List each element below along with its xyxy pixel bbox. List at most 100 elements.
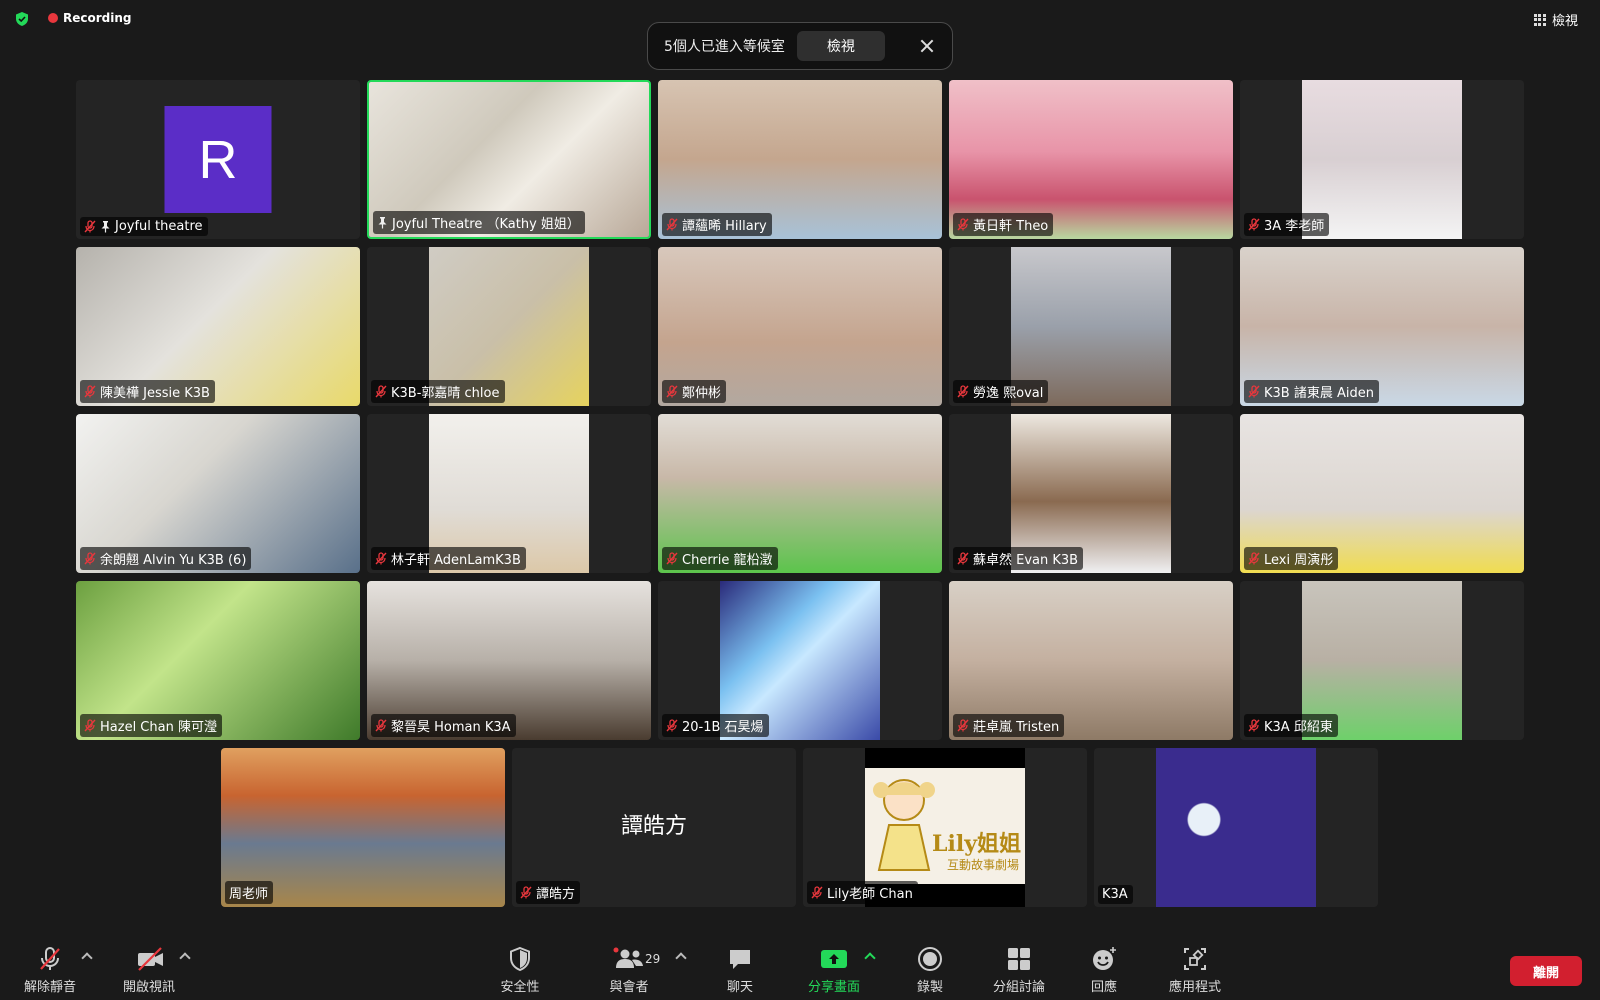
participants-button[interactable]: 29 與會者 [584, 946, 674, 995]
start-video-label: 開啟視訊 [122, 980, 175, 995]
reactions-button[interactable]: 回應 [1059, 946, 1149, 995]
view-layout-label: 檢視 [1551, 14, 1578, 29]
participant-name: 3A 李老師 [1264, 219, 1325, 234]
participant-name: Lexi 周演彤 [1264, 553, 1334, 568]
participant-tile[interactable]: Lily姐姐 互動故事劇場 Lily老師 Chan [803, 748, 1087, 907]
microphone-muted-icon [375, 385, 387, 398]
participant-tile[interactable]: 20-1B 石昊煬 [658, 581, 942, 740]
start-video-button[interactable]: 開啟視訊 [104, 946, 194, 995]
microphone-muted-icon [375, 719, 387, 732]
participant-name-label: 20-1B 石昊煬 [662, 714, 769, 737]
chat-bubble-icon [730, 950, 750, 969]
participant-name: 周老师 [229, 887, 269, 902]
participant-tile[interactable]: 林子軒 AdenLamK3B [367, 414, 651, 573]
meeting-toolbar: 解除靜音 開啟視訊 安全性 29 與會者 聊天 分享畫面 錄製 分組討論 回應 … [0, 940, 1600, 1000]
participant-name-label: 勞逸 熙oval [953, 380, 1049, 403]
participant-name-label: 陳美樺 Jessie K3B [80, 380, 215, 403]
breakout-rooms-button[interactable]: 分組討論 [974, 946, 1064, 995]
view-layout-button[interactable]: 檢視 [1533, 10, 1578, 29]
participant-name-label: Cherrie 龍柗澂 [662, 547, 778, 570]
participant-tile[interactable]: 3A 李老師 [1240, 80, 1524, 239]
participant-tile[interactable]: 莊卓嵐 Tristen [949, 581, 1233, 740]
participant-tile[interactable]: 蘇卓然 Evan K3B [949, 414, 1233, 573]
record-button[interactable]: 錄製 [885, 946, 975, 995]
microphone-muted-icon [84, 719, 96, 732]
participant-name-label: Hazel Chan 陳可瀅 [80, 714, 222, 737]
participant-name: 林子軒 AdenLamK3B [391, 553, 521, 568]
participant-tile[interactable]: K3A 邱紹東 [1240, 581, 1524, 740]
participant-tile[interactable]: 譚皓方 譚皓方 [512, 748, 796, 907]
participant-name-label: K3A [1098, 885, 1133, 904]
participant-name-label: 譚蘊晞 Hillary [662, 213, 772, 236]
camera-off-icon [138, 947, 163, 971]
participant-tile[interactable]: 黎晉昊 Homan K3A [367, 581, 651, 740]
participant-tile[interactable]: K3B 諸東晨 Aiden [1240, 247, 1524, 406]
share-screen-button[interactable]: 分享畫面 [789, 946, 879, 995]
chat-button[interactable]: 聊天 [695, 946, 785, 995]
participant-tile[interactable]: R Joyful theatre [76, 80, 360, 239]
record-icon [918, 947, 942, 971]
participant-tile[interactable]: 陳美樺 Jessie K3B [76, 247, 360, 406]
participant-count: 29 [645, 952, 661, 966]
participants-options-chevron-icon[interactable] [675, 952, 687, 964]
participant-tile[interactable]: K3A [1094, 748, 1378, 907]
participant-name: 鄭仲彬 [682, 386, 722, 401]
participant-name: K3B 諸東晨 Aiden [1264, 386, 1374, 401]
recording-dot-icon [48, 13, 58, 23]
participant-tile[interactable]: 勞逸 熙oval [949, 247, 1233, 406]
microphone-muted-icon [40, 947, 60, 970]
encryption-shield-icon[interactable] [14, 11, 30, 27]
microphone-muted-icon [811, 886, 823, 899]
waiting-room-message: 5個人已進入等候室 [664, 39, 785, 55]
participant-tile[interactable]: 黃日軒 Theo [949, 80, 1233, 239]
participant-tile[interactable]: Hazel Chan 陳可瀅 [76, 581, 360, 740]
participant-name: 黎晉昊 Homan K3A [391, 720, 511, 735]
participant-name-label: 蘇卓然 Evan K3B [953, 547, 1084, 570]
close-icon[interactable] [918, 37, 936, 55]
chat-label: 聊天 [726, 980, 753, 995]
participant-name: 勞逸 熙oval [973, 386, 1044, 401]
participant-tile[interactable]: K3B-郭嘉晴 chloe [367, 247, 651, 406]
participant-name-label: 林子軒 AdenLamK3B [371, 547, 526, 570]
unmute-label: 解除靜音 [23, 980, 76, 995]
microphone-muted-icon [957, 719, 969, 732]
participant-name-label: Lily老師 Chan [807, 881, 918, 904]
participant-name: 譚蘊晞 Hillary [682, 219, 767, 234]
leave-meeting-button[interactable]: 離開 [1510, 956, 1582, 986]
participant-name-label: 黎晉昊 Homan K3A [371, 714, 516, 737]
participant-tile[interactable]: 譚蘊晞 Hillary [658, 80, 942, 239]
microphone-muted-icon [666, 552, 678, 565]
participant-name: 黃日軒 Theo [973, 219, 1049, 234]
participant-tile[interactable]: 周老师 [221, 748, 505, 907]
recording-indicator[interactable]: Recording [48, 11, 132, 25]
logo-text: Lily姐姐 [932, 831, 1021, 857]
participant-name-label: Lexi 周演彤 [1244, 547, 1339, 570]
participant-name-label: K3A 邱紹東 [1244, 714, 1338, 737]
share-screen-icon [821, 950, 847, 968]
participant-tile[interactable]: Joyful Theatre （Kathy 姐姐） [367, 80, 651, 239]
participant-name: 莊卓嵐 Tristen [973, 720, 1060, 735]
recording-label: Recording [63, 11, 132, 25]
waiting-room-view-button[interactable]: 檢視 [796, 31, 885, 61]
participant-name: K3A [1102, 887, 1128, 902]
participant-name: Hazel Chan 陳可瀅 [100, 720, 217, 735]
record-label: 錄製 [916, 980, 943, 995]
participant-tile[interactable]: Cherrie 龍柗澂 [658, 414, 942, 573]
microphone-muted-icon [957, 552, 969, 565]
participant-name: 陳美樺 Jessie K3B [100, 386, 210, 401]
unmute-button[interactable]: 解除靜音 [5, 946, 95, 995]
breakout-rooms-icon [1008, 948, 1030, 970]
participant-name-label: Joyful Theatre （Kathy 姐姐） [373, 211, 585, 234]
participant-name-label: K3B-郭嘉晴 chloe [371, 380, 505, 403]
security-button[interactable]: 安全性 [475, 946, 565, 995]
participant-name: Joyful theatre [115, 219, 203, 234]
apps-button[interactable]: 應用程式 [1150, 946, 1240, 995]
participant-name-label: 周老师 [225, 881, 274, 904]
participant-tile[interactable]: 鄭仲彬 [658, 247, 942, 406]
participant-tile[interactable]: 余朗翹 Alvin Yu K3B (6) [76, 414, 360, 573]
participant-name: K3A 邱紹東 [1264, 720, 1333, 735]
microphone-muted-icon [84, 385, 96, 398]
participant-name-label: 余朗翹 Alvin Yu K3B (6) [80, 547, 252, 570]
participant-tile[interactable]: Lexi 周演彤 [1240, 414, 1524, 573]
microphone-muted-icon [1248, 552, 1260, 565]
